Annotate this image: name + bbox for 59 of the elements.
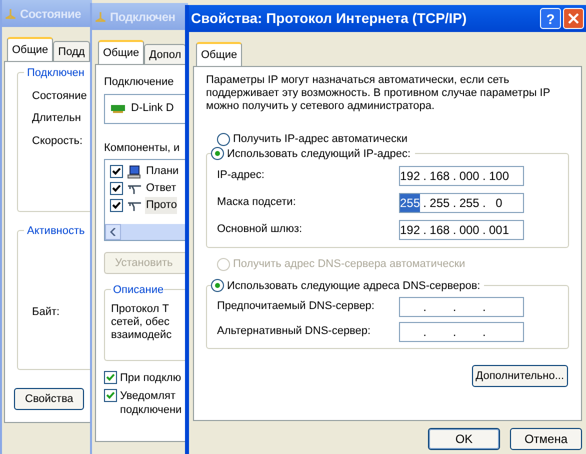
- help-button[interactable]: ?: [540, 8, 561, 29]
- checkbox[interactable]: [104, 389, 117, 402]
- window-title: Подключен: [110, 8, 176, 26]
- description-text: Протокол Т сетей, обес взаимодейс: [111, 302, 173, 342]
- field-label: IP-адрес:: [217, 168, 264, 184]
- close-button[interactable]: [563, 8, 584, 29]
- field-label: Маска подсети:: [217, 195, 296, 210]
- ok-button[interactable]: OK: [428, 428, 500, 450]
- option-label: При подклю: [120, 371, 182, 385]
- advanced-button[interactable]: Дополнительно...: [472, 365, 568, 387]
- close-icon[interactable]: [568, 13, 579, 24]
- checkbox[interactable]: [110, 182, 123, 195]
- list-item[interactable]: Прото: [145, 197, 177, 214]
- checkbox[interactable]: [104, 371, 117, 384]
- tab[interactable]: Допол: [144, 44, 186, 64]
- computer-icon: [127, 164, 141, 178]
- cancel-button[interactable]: Отмена: [510, 428, 582, 450]
- network-card-icon: [111, 104, 125, 114]
- tab[interactable]: Подд: [53, 41, 90, 61]
- radio-label: Получить адрес DNS-сервера автоматически: [233, 257, 466, 272]
- scrollbar[interactable]: [105, 224, 188, 240]
- option-label: Уведомлят подключени: [120, 389, 182, 417]
- tab[interactable]: Общие: [7, 37, 54, 61]
- checkbox[interactable]: [110, 165, 123, 178]
- tab[interactable]: Общие: [196, 42, 242, 66]
- network-cable-icon: [127, 182, 141, 194]
- properties-button[interactable]: Свойства: [14, 388, 84, 410]
- network-cable-icon: [127, 200, 141, 212]
- checkbox[interactable]: [110, 199, 123, 212]
- field-label: Байт:: [32, 304, 61, 320]
- field-label: Компоненты, и: [104, 140, 181, 156]
- scroll-left-icon[interactable]: [110, 228, 116, 236]
- network-icon: [4, 8, 17, 20]
- radio-label: Использовать следующие адреса DNS-серверов:: [227, 278, 480, 294]
- window-title: Состояние: [20, 6, 82, 22]
- field-label: Предпочитаемый DNS-сервер:: [217, 299, 374, 314]
- tab[interactable]: Общие: [98, 40, 144, 64]
- intro-text: Параметры IP могут назначаться автоматически, если сеть поддерживает эту возможность. В противном случае параметры IP можно получить у сетевого администратора.: [206, 74, 551, 113]
- network-icon: [94, 10, 107, 22]
- field-label: Длительн: [32, 111, 82, 126]
- list-item[interactable]: Плани: [145, 163, 179, 180]
- radio-button[interactable]: [217, 132, 230, 146]
- ip-address-field[interactable]: 192 . 168 . 000 . 001: [399, 220, 524, 240]
- ip-address-field[interactable]: 192 . 168 . 000 . 100: [399, 166, 524, 186]
- radio-button[interactable]: [211, 147, 224, 160]
- window-title: Свойства: Протокол Интернета (TCP/IP): [191, 9, 467, 28]
- field-label: Подключение: [104, 75, 175, 90]
- list-item[interactable]: Ответ: [145, 180, 176, 197]
- ip-address-field[interactable]: . . .: [399, 322, 524, 342]
- radio-label: Использовать следующий IP-адрес:: [227, 146, 411, 162]
- ip-address-field[interactable]: 255 . 255 . 255 . 0: [399, 192, 524, 212]
- field-label: Скорость:: [32, 134, 84, 148]
- radio-button[interactable]: [211, 279, 224, 292]
- ip-address-field[interactable]: . . .: [399, 296, 524, 316]
- field-label: Состояние: [32, 88, 88, 104]
- field-label: Основной шлюз:: [217, 222, 302, 238]
- field-label: Альтернативный DNS-сервер:: [217, 324, 371, 340]
- group-title: Подключен: [24, 65, 92, 82]
- radio-label: Получить IP-адрес автоматически: [233, 132, 408, 147]
